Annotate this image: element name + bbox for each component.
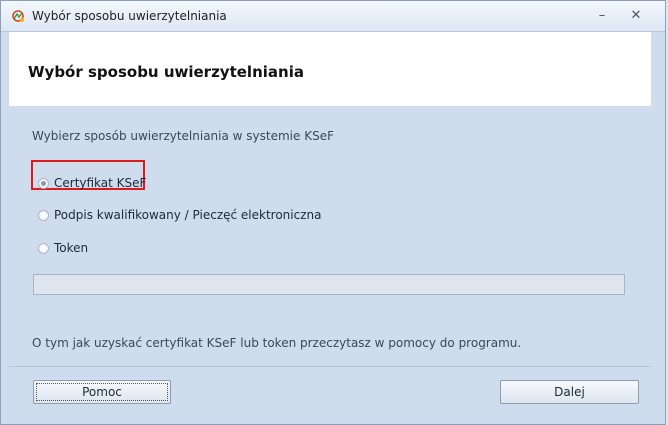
radio-checked-icon[interactable] xyxy=(38,177,49,189)
close-button[interactable]: ✕ xyxy=(625,6,647,26)
help-button[interactable]: Pomoc xyxy=(33,380,171,404)
focus-rectangle xyxy=(36,383,168,401)
radio-label[interactable]: Certyfikat KSeF xyxy=(54,176,146,190)
auth-input-field[interactable] xyxy=(33,274,625,295)
title-bar: Wybór sposobu uwierzytelniania – ✕ xyxy=(1,1,665,32)
app-logo-icon xyxy=(12,10,24,22)
dialog-header: Wybór sposobu uwierzytelniania xyxy=(9,32,651,106)
radio-label[interactable]: Token xyxy=(54,241,88,255)
page-title: Wybór sposobu uwierzytelniania xyxy=(28,63,304,81)
radio-unchecked-icon[interactable] xyxy=(38,242,49,254)
radio-token[interactable]: Token xyxy=(38,239,88,257)
minimize-button[interactable]: – xyxy=(591,6,613,26)
prompt-text: Wybierz sposób uwierzytelniania w system… xyxy=(32,129,334,143)
auth-method-dialog: Wybór sposobu uwierzytelniania – ✕ Wybór… xyxy=(0,0,666,425)
radio-podpis-kwalifikowany[interactable]: Podpis kwalifikowany / Pieczęć elektroni… xyxy=(38,206,321,224)
radio-label[interactable]: Podpis kwalifikowany / Pieczęć elektroni… xyxy=(54,208,321,222)
next-button-label: Dalej xyxy=(554,385,585,399)
dialog-footer: Pomoc Dalej xyxy=(9,366,651,417)
dialog-body: Wybierz sposób uwierzytelniania w system… xyxy=(9,107,651,366)
radio-certyfikat-ksef[interactable]: Certyfikat KSeF xyxy=(38,174,146,192)
radio-unchecked-icon[interactable] xyxy=(38,209,49,221)
next-button[interactable]: Dalej xyxy=(500,380,639,404)
window-title: Wybór sposobu uwierzytelniania xyxy=(32,9,227,23)
info-text: O tym jak uzyskać certyfikat KSeF lub to… xyxy=(32,336,522,350)
